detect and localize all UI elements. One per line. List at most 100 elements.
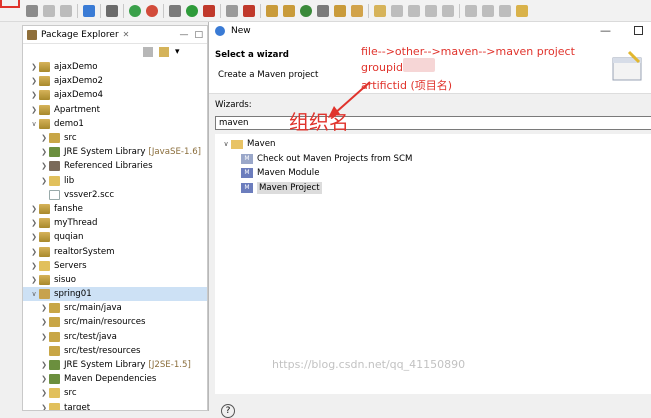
run-icon[interactable]	[186, 4, 198, 17]
tree-item-src-test-resources[interactable]: src/test/resources	[23, 344, 207, 358]
tree-item-sisuo[interactable]: ❯ sisuo	[23, 273, 207, 287]
package-explorer-title: Package Explorer	[41, 29, 119, 40]
tree-item-quqian[interactable]: ❯ quqian	[23, 230, 207, 244]
chevron-right-icon[interactable]: ❯	[29, 91, 39, 99]
tree-item-target[interactable]: ❯ target	[23, 401, 207, 410]
wizard-item-maven-module[interactable]: M Maven Module	[215, 166, 651, 181]
collapse-all-icon[interactable]	[143, 47, 153, 57]
chevron-right-icon[interactable]: ❯	[29, 205, 39, 213]
tree-item-src-main-resources[interactable]: ❯ src/main/resources	[23, 315, 207, 329]
chevron-right-icon[interactable]: ❯	[29, 106, 39, 114]
chevron-right-icon[interactable]: ❯	[29, 77, 39, 85]
tree-item-apartment[interactable]: ❯ Apartment	[23, 103, 207, 117]
chevron-right-icon[interactable]: ❯	[29, 262, 39, 270]
back-icon[interactable]	[482, 4, 494, 17]
minimize-icon[interactable]: —	[600, 24, 611, 37]
chevron-right-icon[interactable]: ❯	[39, 304, 49, 312]
chevron-right-icon[interactable]: ❯	[29, 248, 39, 256]
chevron-right-icon[interactable]: ❯	[29, 276, 39, 284]
block-select-icon[interactable]	[442, 4, 454, 17]
chevron-right-icon[interactable]: ❯	[39, 361, 49, 369]
search-icon[interactable]	[351, 4, 363, 17]
chevron-right-icon[interactable]: ❯	[39, 162, 49, 170]
chevron-right-icon[interactable]: ❯	[39, 177, 49, 185]
tree-item-maven-dependencies[interactable]: ❯ Maven Dependencies	[23, 372, 207, 386]
tree-item-src-2[interactable]: ❯ src	[23, 386, 207, 400]
minimize-icon[interactable]: —	[179, 30, 188, 40]
new-icon[interactable]	[26, 4, 38, 17]
new-class-icon[interactable]	[300, 4, 312, 17]
coverage-icon[interactable]	[226, 4, 238, 17]
tree-item-src-main-java[interactable]: ❯ src/main/java	[23, 301, 207, 315]
tab-package-explorer[interactable]: Package Explorer ✕ — □	[23, 26, 207, 44]
project-icon	[39, 62, 50, 73]
tree-item-realtorsystem[interactable]: ❯ realtorSystem	[23, 244, 207, 258]
project-icon	[39, 90, 50, 101]
view-menu-icon[interactable]: ▾	[175, 47, 180, 57]
prev-annotation-icon[interactable]	[408, 4, 420, 17]
tree-item-src[interactable]: ❯ src	[23, 131, 207, 145]
maximize-icon[interactable]: □	[194, 30, 203, 40]
wizard-item-label: Maven Module	[257, 168, 320, 179]
forward-icon[interactable]	[499, 4, 511, 17]
chevron-down-icon[interactable]: ∨	[29, 120, 39, 128]
new-package-icon[interactable]	[283, 4, 295, 17]
debug-icon[interactable]	[169, 4, 181, 17]
toolbar-separator	[220, 3, 221, 18]
tree-item-mythread[interactable]: ❯ myThread	[23, 216, 207, 230]
skip-breakpoints-icon[interactable]	[106, 4, 118, 17]
tree-item-ajaxdemo4[interactable]: ❯ ajaxDemo4	[23, 88, 207, 102]
chevron-right-icon[interactable]: ❯	[39, 333, 49, 341]
open-task-icon[interactable]	[334, 4, 346, 17]
chevron-right-icon[interactable]: ❯	[29, 63, 39, 71]
pilcrow-icon[interactable]	[425, 4, 437, 17]
chevron-right-icon[interactable]: ❯	[39, 318, 49, 326]
tree-item-servers[interactable]: ❯ Servers	[23, 259, 207, 273]
chevron-down-icon[interactable]: ∨	[221, 140, 231, 148]
chevron-right-icon[interactable]: ❯	[39, 134, 49, 142]
console-icon[interactable]	[83, 4, 95, 17]
chevron-right-icon[interactable]: ❯	[39, 148, 49, 156]
folder-icon	[49, 388, 60, 399]
save-all-icon[interactable]	[60, 4, 72, 17]
tree-item-demo1[interactable]: ∨ demo1	[23, 117, 207, 131]
chevron-right-icon[interactable]: ❯	[39, 375, 49, 383]
external-tools-icon[interactable]	[203, 4, 215, 17]
new-java-project-icon[interactable]	[266, 4, 278, 17]
next-annotation-icon[interactable]	[391, 4, 403, 17]
tree-item-ajaxdemo2[interactable]: ❯ ajaxDemo2	[23, 74, 207, 88]
wizard-item-maven-project[interactable]: M Maven Project	[215, 181, 651, 196]
stop-server-icon[interactable]	[146, 4, 158, 17]
tree-item-src-test-java[interactable]: ❯ src/test/java	[23, 330, 207, 344]
open-type-icon[interactable]	[317, 4, 329, 17]
annotation-icon[interactable]	[374, 4, 386, 17]
save-icon[interactable]	[43, 4, 55, 17]
tree-item-fanshe[interactable]: ❯ fanshe	[23, 202, 207, 216]
tree-item-lib[interactable]: ❯ lib	[23, 174, 207, 188]
chevron-down-icon[interactable]: ∨	[29, 290, 39, 298]
link-with-editor-icon[interactable]	[159, 47, 169, 57]
wizard-category-maven[interactable]: ∨ Maven	[215, 137, 651, 152]
build-icon[interactable]	[243, 4, 255, 17]
tree-item-label: src	[64, 388, 77, 399]
chevron-right-icon[interactable]: ❯	[39, 389, 49, 397]
tree-item-ajaxdemo[interactable]: ❯ ajaxDemo	[23, 60, 207, 74]
tree-item-spring01[interactable]: ∨ spring01	[23, 287, 207, 302]
chevron-right-icon[interactable]: ❯	[29, 233, 39, 241]
close-icon[interactable]: ✕	[123, 30, 130, 39]
last-edit-icon[interactable]	[465, 4, 477, 17]
tree-item-label: ajaxDemo2	[54, 76, 104, 87]
help-icon[interactable]: ?	[221, 404, 235, 418]
run-server-icon[interactable]	[129, 4, 141, 17]
chevron-right-icon[interactable]: ❯	[39, 404, 49, 410]
pin-editor-icon[interactable]	[516, 4, 528, 17]
wizard-item-checkout-maven[interactable]: M Check out Maven Projects from SCM	[215, 152, 651, 167]
wizard-filter-input[interactable]	[215, 116, 651, 130]
tree-item-referenced-libraries[interactable]: ❯ Referenced Libraries	[23, 159, 207, 173]
tree-item-jre-library-2[interactable]: ❯ JRE System Library [J2SE-1.5]	[23, 358, 207, 372]
maximize-icon[interactable]	[634, 26, 643, 35]
tree-item-jre-library[interactable]: ❯ JRE System Library [JavaSE-1.6]	[23, 145, 207, 159]
wizard-item-label: Maven Project	[257, 181, 322, 194]
chevron-right-icon[interactable]: ❯	[29, 219, 39, 227]
tree-item-vssver2[interactable]: vssver2.scc	[23, 188, 207, 202]
